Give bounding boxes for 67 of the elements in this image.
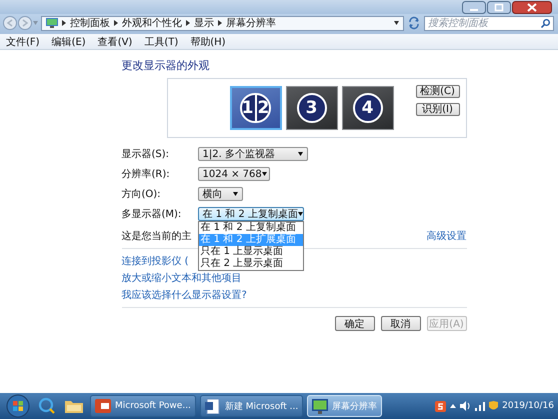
chevron-icon <box>218 20 222 26</box>
input-method-icon[interactable] <box>435 400 446 412</box>
monitor-tile[interactable]: 4 <box>342 86 394 130</box>
dropdown-option[interactable]: 只在 2 上显示桌面 <box>198 258 302 270</box>
dropdown[interactable]: 在 1 和 2 上复制桌面 <box>198 207 304 221</box>
field-label: 方向(O): <box>122 188 162 201</box>
dropdown-option[interactable]: 在 1 和 2 上复制桌面 <box>198 222 302 234</box>
breadcrumb-item[interactable]: 显示 <box>194 16 214 30</box>
dropdown[interactable]: 1024 × 768 <box>198 167 270 181</box>
help-link[interactable]: 连接到投影仪 ( <box>122 254 189 268</box>
panel-button[interactable]: 检测(C) <box>416 85 460 98</box>
menu-item[interactable]: 工具(T) <box>144 34 178 48</box>
maximize-button[interactable] <box>487 1 511 14</box>
minimize-button[interactable] <box>462 1 486 14</box>
advanced-settings-link[interactable]: 高级设置 <box>426 229 466 243</box>
dropdown-caret-icon[interactable] <box>394 21 399 25</box>
refresh-icon[interactable] <box>407 16 421 30</box>
show-hidden-icons-button[interactable] <box>450 404 456 408</box>
breadcrumb-item[interactable]: 外观和个性化 <box>122 16 182 30</box>
monitor-icon <box>312 398 328 414</box>
menu-item[interactable]: 编辑(E) <box>52 34 86 48</box>
taskbar-button[interactable]: 新建 Microsoft ... <box>200 395 304 417</box>
monitor-tile[interactable]: 1 2 <box>230 86 282 130</box>
caret-icon <box>298 212 303 216</box>
breadcrumb-item[interactable]: 控制面板 <box>70 16 110 30</box>
taskbar-button[interactable]: Microsoft Powe... <box>90 395 196 417</box>
menu-item[interactable]: 文件(F) <box>6 34 40 48</box>
search-field[interactable]: 搜索控制面板 <box>424 16 554 30</box>
info-text: 这是您当前的主 <box>122 230 192 243</box>
chevron-icon <box>186 20 190 26</box>
monitor-tile[interactable]: 3 <box>286 86 338 130</box>
monitor-number: 4 <box>362 98 374 118</box>
help-link[interactable]: 我应该选择什么显示器设置? <box>122 288 247 302</box>
dropdown[interactable]: 1|2. 多个监视器 <box>198 147 308 161</box>
page-heading: 更改显示器的外观 <box>122 58 210 73</box>
menu-item[interactable]: 帮助(H) <box>190 34 226 48</box>
monitor-number: 2 <box>258 98 270 118</box>
monitor-number: 3 <box>306 98 318 118</box>
clock-date: 2019/10/16 <box>502 401 554 411</box>
slides-app-icon <box>95 398 111 414</box>
chevron-icon <box>62 20 66 26</box>
caret-icon <box>262 172 267 176</box>
address-bar[interactable]: 控制面板 外观和个性化 显示 屏幕分辨率 <box>41 16 404 30</box>
computer-icon <box>46 18 58 28</box>
search-icon[interactable] <box>541 18 550 28</box>
help-link[interactable]: 放大或缩小文本和其他项目 <box>122 271 242 285</box>
field-label: 分辨率(R): <box>122 168 171 181</box>
menu-item[interactable]: 查看(V) <box>98 34 132 48</box>
dropdown[interactable]: 横向 <box>198 187 242 201</box>
caret-icon <box>298 152 302 156</box>
dialog-button[interactable]: 确定 <box>334 316 374 331</box>
close-button[interactable] <box>512 1 552 14</box>
breadcrumb-item[interactable]: 屏幕分辨率 <box>226 16 276 30</box>
panel-button[interactable]: 识别(I) <box>416 103 460 116</box>
chevron-icon <box>114 20 118 26</box>
field-label: 多显示器(M): <box>122 208 182 221</box>
shield-icon[interactable] <box>489 400 498 412</box>
start-button[interactable] <box>6 394 30 418</box>
document-app-icon <box>204 398 221 414</box>
dropdown-option[interactable]: 只在 1 上显示桌面 <box>198 246 302 258</box>
signal-bars-icon[interactable] <box>475 402 486 410</box>
caret-icon <box>232 192 238 196</box>
folder-icon[interactable] <box>64 398 84 414</box>
field-label: 显示器(S): <box>122 148 170 161</box>
monitor-number: 1 <box>242 98 254 118</box>
speaker-icon[interactable] <box>460 401 472 411</box>
dialog-button[interactable]: 取消 <box>380 316 420 331</box>
